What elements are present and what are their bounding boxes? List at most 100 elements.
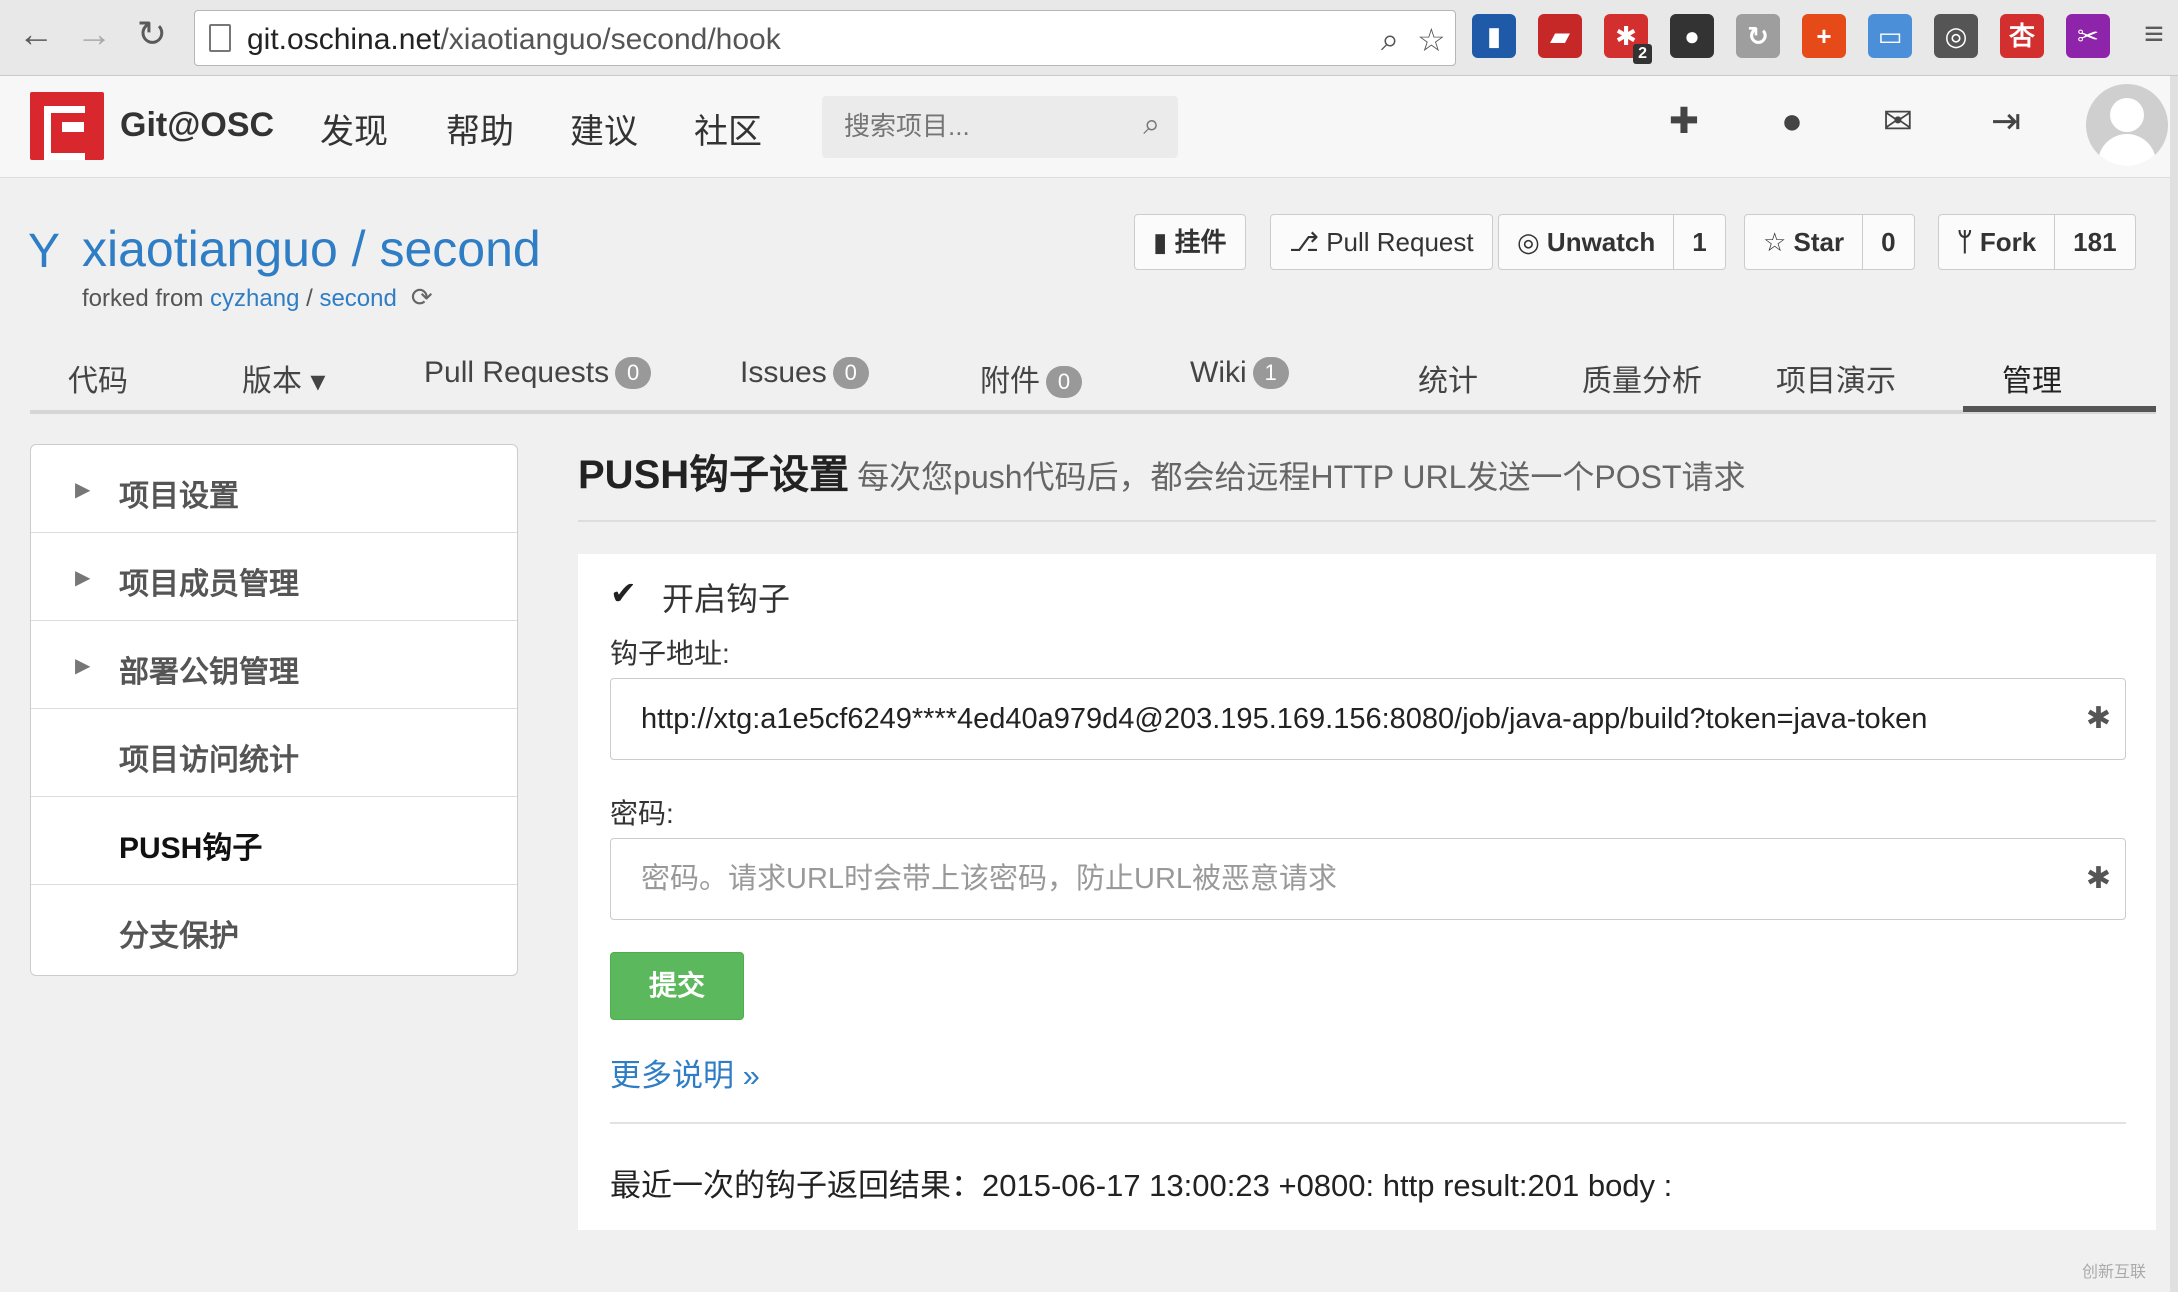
project-owner-link[interactable]: xiaotianguo (82, 221, 338, 277)
fork-count[interactable]: 181 (2054, 215, 2134, 269)
star-button[interactable]: ☆ Star (1745, 215, 1862, 269)
film-extension-icon[interactable]: ◎ (1934, 14, 1978, 58)
settings-sidebar: ▶ 项目设置 ▶ 项目成员管理 ▶ 部署公钥管理 项目访问统计 PUSH钩子 分支保护 (30, 444, 518, 976)
flower-extension-icon[interactable]: ✱ 2 (1604, 14, 1652, 64)
enable-hook-label[interactable]: 开启钩子 (662, 574, 790, 620)
tab-label: 统计 (1418, 365, 1478, 398)
password-manager-icon[interactable]: ✱ (2086, 701, 2111, 736)
address-bar[interactable]: git.oschina.net/xiaotianguo/second/hook … (194, 10, 1456, 66)
plugin-button[interactable]: ▮ 挂件 (1134, 214, 1246, 270)
tab-count-badge: 0 (615, 357, 652, 389)
mail-icon[interactable]: ✉ (1876, 100, 1920, 142)
tab-item[interactable]: 附件 0 (980, 356, 1082, 400)
caret-right-icon: ▶ (75, 567, 91, 589)
page-heading: PUSH钩子设置 (578, 453, 850, 497)
user-icon[interactable]: ● (1770, 100, 1814, 142)
forked-repo-link[interactable]: second (319, 285, 396, 312)
sidebar-item[interactable]: 项目访问统计 (31, 709, 517, 797)
tab-label: 管理 (2002, 365, 2062, 398)
bookmark-star-icon[interactable]: ☆ (1417, 21, 1446, 59)
page-title: PUSH钩子设置 每次您push代码后，都会给远程HTTP URL发送一个POST… (578, 442, 1746, 500)
hook-url-field-box: ✱ (610, 678, 2126, 760)
evernote-extension-icon[interactable]: ● (1670, 14, 1714, 58)
pdf-extension-icon[interactable]: ▰ (1538, 14, 1582, 58)
forward-arrow-icon[interactable]: → (74, 14, 114, 54)
hook-form: ✔ 开启钩子 钩子地址: ✱ 密码: ✱ 提交 更多说明 » 最近一次的钩子返回… (578, 554, 2156, 1230)
project-title: xiaotianguo / second (82, 220, 541, 278)
title-separator: / (337, 221, 380, 277)
tab-count-badge: 1 (1252, 357, 1289, 389)
password-field-box: ✱ (610, 838, 2126, 920)
star-count[interactable]: 0 (1862, 215, 1913, 269)
enable-hook-checkbox[interactable]: ✔ (610, 577, 640, 609)
sidebar-item[interactable]: ▶ 项目成员管理 (31, 533, 517, 621)
sidebar-item[interactable]: ▶ 部署公钥管理 (31, 621, 517, 709)
tab-label: 项目演示 (1776, 365, 1896, 398)
star-button-group: ☆ Star 0 (1744, 214, 1915, 270)
search-input[interactable] (844, 106, 1124, 146)
tab-label: 版本 ▾ (242, 365, 326, 398)
zoom-icon[interactable]: ⌕ (1381, 21, 1399, 59)
window-extension-icon[interactable]: ▭ (1868, 14, 1912, 58)
hook-url-input[interactable] (641, 697, 2061, 741)
sidebar-item[interactable]: ▶ 项目设置 (31, 445, 517, 533)
pull-request-button[interactable]: ⎇ Pull Request (1270, 214, 1493, 270)
scrollbar[interactable] (2170, 76, 2178, 1292)
chart-extension-icon[interactable]: ▮ (1472, 14, 1516, 58)
sidebar-item[interactable]: 分支保护 (31, 885, 517, 973)
tab-item[interactable]: 统计 (1418, 356, 1478, 400)
sidebar-item-label: 部署公钥管理 (119, 656, 299, 689)
watch-count[interactable]: 1 (1673, 215, 1724, 269)
sidebar-item-label: 项目设置 (119, 480, 239, 513)
plus-icon[interactable]: ✚ (1662, 100, 1706, 142)
search-icon[interactable]: ⌕ (1143, 108, 1160, 142)
sync-extension-icon[interactable]: ↻ (1736, 14, 1780, 58)
tab-item[interactable]: 管理 (2002, 356, 2062, 400)
avatar[interactable] (2086, 84, 2168, 166)
caret-right-icon: ▶ (75, 479, 91, 501)
tab-item[interactable]: 质量分析 (1582, 356, 1702, 400)
tab-item[interactable]: Wiki 1 (1190, 356, 1289, 390)
sidebar-item-label: 项目成员管理 (119, 568, 299, 601)
project-name-link[interactable]: second (379, 221, 540, 277)
fork-small-icon: ᛘ (1957, 227, 1980, 257)
tab-item[interactable]: 版本 ▾ (242, 356, 325, 400)
sidebar-item-label: 分支保护 (119, 920, 239, 953)
osc-logo-icon[interactable] (30, 92, 104, 160)
tab-item[interactable]: 项目演示 (1776, 356, 1896, 400)
more-info-link[interactable]: 更多说明 » (610, 1050, 760, 1095)
watermark-logo: 创新互联 (2082, 1264, 2147, 1281)
nav-discover[interactable]: 发现 (320, 104, 388, 153)
nav-suggest[interactable]: 建议 (570, 104, 638, 153)
search-box: ⌕ (822, 96, 1178, 158)
hook-url-label: 钩子地址: (610, 638, 730, 669)
result-divider (610, 1122, 2126, 1124)
brand-name[interactable]: Git@OSC (120, 106, 274, 145)
reload-icon[interactable]: ↻ (132, 14, 172, 54)
watch-button-group: ◎ Unwatch 1 (1498, 214, 1726, 270)
forked-owner-link[interactable]: cyzhang (210, 285, 299, 312)
tab-item[interactable]: 代码 (68, 356, 128, 400)
tab-item[interactable]: Pull Requests 0 (424, 356, 652, 390)
nav-community[interactable]: 社区 (694, 104, 762, 153)
pull-request-icon: ⎇ (1289, 227, 1327, 257)
scissors-extension-icon[interactable]: ✂ (2066, 14, 2110, 58)
password-input[interactable] (641, 857, 2061, 901)
url-text[interactable]: git.oschina.net/xiaotianguo/second/hook (247, 23, 781, 57)
back-arrow-icon[interactable]: ← (16, 14, 56, 54)
tab-item[interactable]: Issues 0 (740, 356, 869, 390)
logout-icon[interactable]: ⇥ (1984, 100, 2028, 142)
pull-request-label: Pull Request (1326, 227, 1474, 257)
forked-from: forked from cyzhang / second ⟳ (82, 282, 433, 312)
plus-extension-icon[interactable]: + (1802, 14, 1846, 58)
fork-button[interactable]: ᛘ Fork (1939, 215, 2054, 269)
menu-icon[interactable]: ≡ (2134, 14, 2174, 54)
password-manager-icon[interactable]: ✱ (2086, 861, 2111, 896)
submit-button[interactable]: 提交 (610, 952, 744, 1020)
sync-icon[interactable]: ⟳ (411, 282, 433, 312)
apricot-extension-icon[interactable]: 杏 (2000, 14, 2044, 58)
nav-help[interactable]: 帮助 (446, 104, 514, 153)
sidebar-item[interactable]: PUSH钩子 (31, 797, 517, 885)
star-icon: ☆ (1763, 227, 1794, 257)
unwatch-button[interactable]: ◎ Unwatch (1499, 215, 1673, 269)
